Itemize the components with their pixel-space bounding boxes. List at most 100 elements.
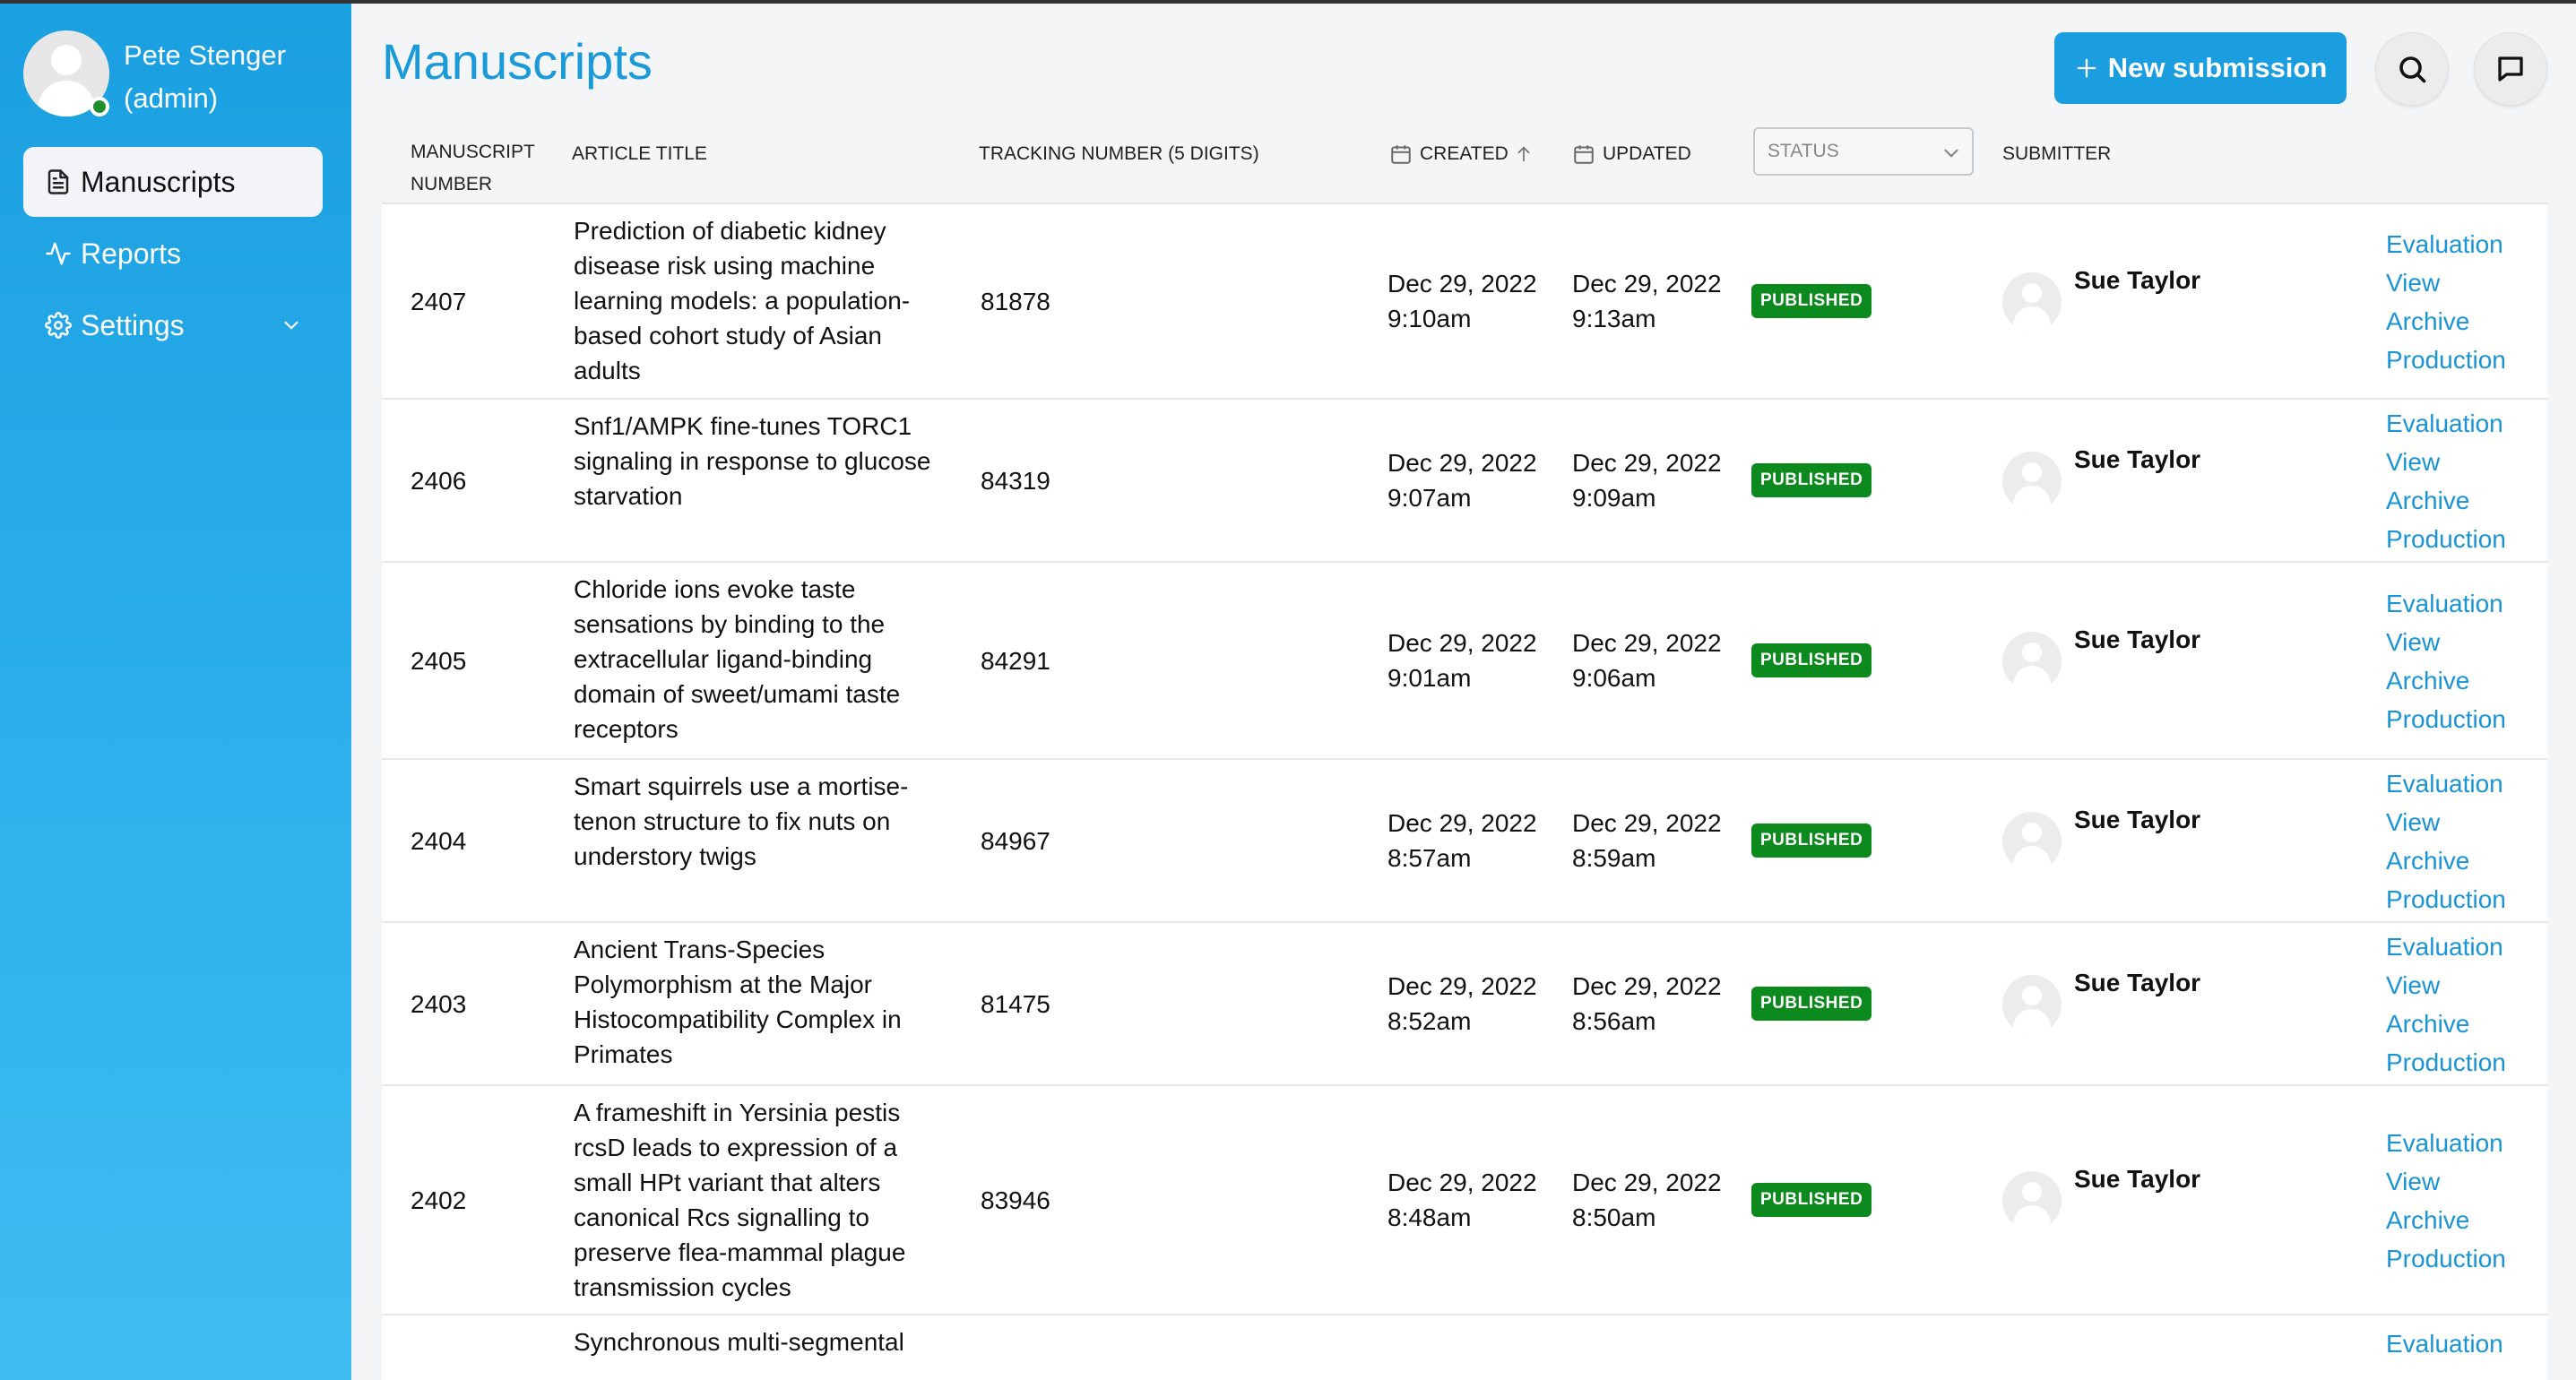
created-date: Dec 29, 2022: [1387, 270, 1537, 298]
column-article-title[interactable]: Article Title: [572, 138, 707, 170]
document-icon: [48, 169, 69, 194]
updated-time: 8:50am: [1572, 1203, 1656, 1231]
new-submission-label: New submission: [2107, 52, 2328, 83]
table-row[interactable]: Synchronous multi-segmental Evaluation: [382, 1315, 2547, 1380]
production-link[interactable]: Production: [2386, 341, 2506, 379]
row-actions: Evaluation View Archive Production: [2386, 764, 2506, 919]
status-badge: PUBLISHED: [1751, 1183, 1872, 1217]
user-name-block: Pete Stenger (admin): [124, 34, 286, 120]
evaluation-link[interactable]: Evaluation: [2386, 404, 2506, 443]
updated-date: Dec 29, 2022: [1572, 809, 1722, 837]
column-manuscript-number[interactable]: Manuscript Number: [411, 136, 535, 201]
column-label: Tracking Number (5 digits): [979, 143, 1259, 164]
manuscript-number: 2405: [411, 647, 467, 675]
production-link[interactable]: Production: [2386, 1043, 2506, 1082]
article-title[interactable]: A frameshift in Yersinia pestis rcsD lea…: [574, 1095, 950, 1305]
archive-link[interactable]: Archive: [2386, 1201, 2506, 1239]
article-title[interactable]: Ancient Trans-Species Polymorphism at th…: [574, 932, 950, 1072]
status-badge: PUBLISHED: [1751, 643, 1872, 677]
archive-link[interactable]: Archive: [2386, 481, 2506, 520]
article-title[interactable]: Snf1/AMPK fine-tunes TORC1 signaling in …: [574, 409, 950, 513]
created-datetime: Dec 29, 2022 9:07am: [1387, 445, 1567, 515]
view-link[interactable]: View: [2386, 1162, 2506, 1201]
calendar-icon: [1391, 145, 1411, 164]
created-time: 9:01am: [1387, 664, 1472, 692]
evaluation-link[interactable]: Evaluation: [2386, 927, 2506, 966]
created-time: 8:57am: [1387, 844, 1472, 872]
submitter-name: Sue Taylor: [2074, 445, 2201, 473]
row-actions: Evaluation View Archive Production: [2386, 225, 2506, 379]
updated-time: 8:56am: [1572, 1007, 1656, 1035]
gear-icon: [45, 312, 72, 339]
archive-link[interactable]: Archive: [2386, 302, 2506, 341]
created-datetime: Dec 29, 2022 9:01am: [1387, 625, 1567, 695]
archive-link[interactable]: Archive: [2386, 1005, 2506, 1043]
table-body: 2407 Prediction of diabetic kidney diseas…: [382, 204, 2547, 1380]
table-row[interactable]: 2402 A frameshift in Yersinia pestis rcsD…: [382, 1086, 2547, 1315]
updated-datetime: Dec 29, 2022 8:59am: [1572, 806, 1751, 875]
status-badge: PUBLISHED: [1751, 824, 1872, 858]
updated-date: Dec 29, 2022: [1572, 972, 1722, 1000]
updated-time: 8:59am: [1572, 844, 1656, 872]
evaluation-link[interactable]: Evaluation: [2386, 1324, 2503, 1363]
table-row[interactable]: 2406 Snf1/AMPK fine-tunes TORC1 signaling…: [382, 400, 2547, 563]
evaluation-link[interactable]: Evaluation: [2386, 225, 2506, 263]
view-link[interactable]: View: [2386, 623, 2506, 661]
production-link[interactable]: Production: [2386, 880, 2506, 919]
archive-link[interactable]: Archive: [2386, 661, 2506, 700]
column-updated[interactable]: Updated: [1572, 138, 1691, 170]
new-submission-button[interactable]: New submission: [2054, 32, 2347, 104]
updated-datetime: Dec 29, 2022 9:06am: [1572, 625, 1751, 695]
updated-datetime: Dec 29, 2022 8:50am: [1572, 1165, 1751, 1235]
updated-date: Dec 29, 2022: [1572, 629, 1722, 657]
archive-link[interactable]: Archive: [2386, 841, 2506, 880]
sidebar-item-reports[interactable]: Reports: [23, 219, 323, 289]
chevron-down-icon[interactable]: [280, 314, 303, 337]
table-row[interactable]: 2403 Ancient Trans-Species Polymorphism a…: [382, 923, 2547, 1086]
table-row[interactable]: 2407 Prediction of diabetic kidney diseas…: [382, 204, 2547, 400]
submitter-name: Sue Taylor: [2074, 266, 2201, 294]
submitter-name: Sue Taylor: [2074, 806, 2201, 833]
sidebar-item-manuscripts[interactable]: Manuscripts: [23, 147, 323, 217]
production-link[interactable]: Production: [2386, 520, 2506, 558]
view-link[interactable]: View: [2386, 263, 2506, 302]
production-link[interactable]: Production: [2386, 700, 2506, 738]
tracking-number: 84291: [981, 647, 1050, 675]
view-link[interactable]: View: [2386, 803, 2506, 841]
row-actions: Evaluation: [2386, 1324, 2503, 1363]
status-filter-select[interactable]: Status: [1753, 127, 1974, 176]
sidebar: Pete Stenger (admin) Manuscripts Reports…: [0, 0, 351, 1380]
updated-time: 9:09am: [1572, 484, 1656, 512]
table-row[interactable]: 2404 Smart squirrels use a mortise-tenon …: [382, 760, 2547, 923]
created-datetime: Dec 29, 2022 8:48am: [1387, 1165, 1567, 1235]
chat-button[interactable]: [2474, 32, 2547, 106]
article-title[interactable]: Chloride ions evoke taste sensations by …: [574, 572, 950, 746]
online-status-icon: [90, 97, 109, 116]
article-title[interactable]: Prediction of diabetic kidney disease ri…: [574, 213, 950, 388]
view-link[interactable]: View: [2386, 966, 2506, 1005]
column-tracking-number[interactable]: Tracking Number (5 digits): [979, 138, 1259, 170]
sort-arrow-up-icon[interactable]: [1514, 144, 1534, 164]
column-label: Submitter: [2002, 143, 2112, 164]
user-name: Pete Stenger: [124, 39, 286, 71]
updated-time: 9:13am: [1572, 305, 1656, 332]
created-time: 9:07am: [1387, 484, 1472, 512]
status-badge: PUBLISHED: [1751, 463, 1872, 497]
view-link[interactable]: View: [2386, 443, 2506, 481]
production-link[interactable]: Production: [2386, 1239, 2506, 1278]
status-filter-placeholder: Status: [1768, 141, 1839, 161]
search-button[interactable]: [2375, 32, 2449, 106]
evaluation-link[interactable]: Evaluation: [2386, 764, 2506, 803]
article-title[interactable]: Smart squirrels use a mortise-tenon stru…: [574, 769, 950, 874]
column-submitter[interactable]: Submitter: [2002, 138, 2111, 170]
evaluation-link[interactable]: Evaluation: [2386, 584, 2506, 623]
updated-datetime: Dec 29, 2022 8:56am: [1572, 969, 1751, 1039]
table-row[interactable]: 2405 Chloride ions evoke taste sensations…: [382, 563, 2547, 760]
created-date: Dec 29, 2022: [1387, 629, 1537, 657]
user-role: (admin): [124, 82, 219, 114]
article-title[interactable]: Synchronous multi-segmental: [574, 1324, 950, 1359]
evaluation-link[interactable]: Evaluation: [2386, 1124, 2506, 1162]
sidebar-item-settings[interactable]: Settings: [23, 290, 323, 360]
user-profile[interactable]: Pete Stenger (admin): [23, 30, 286, 120]
column-created[interactable]: Created: [1389, 138, 1534, 170]
